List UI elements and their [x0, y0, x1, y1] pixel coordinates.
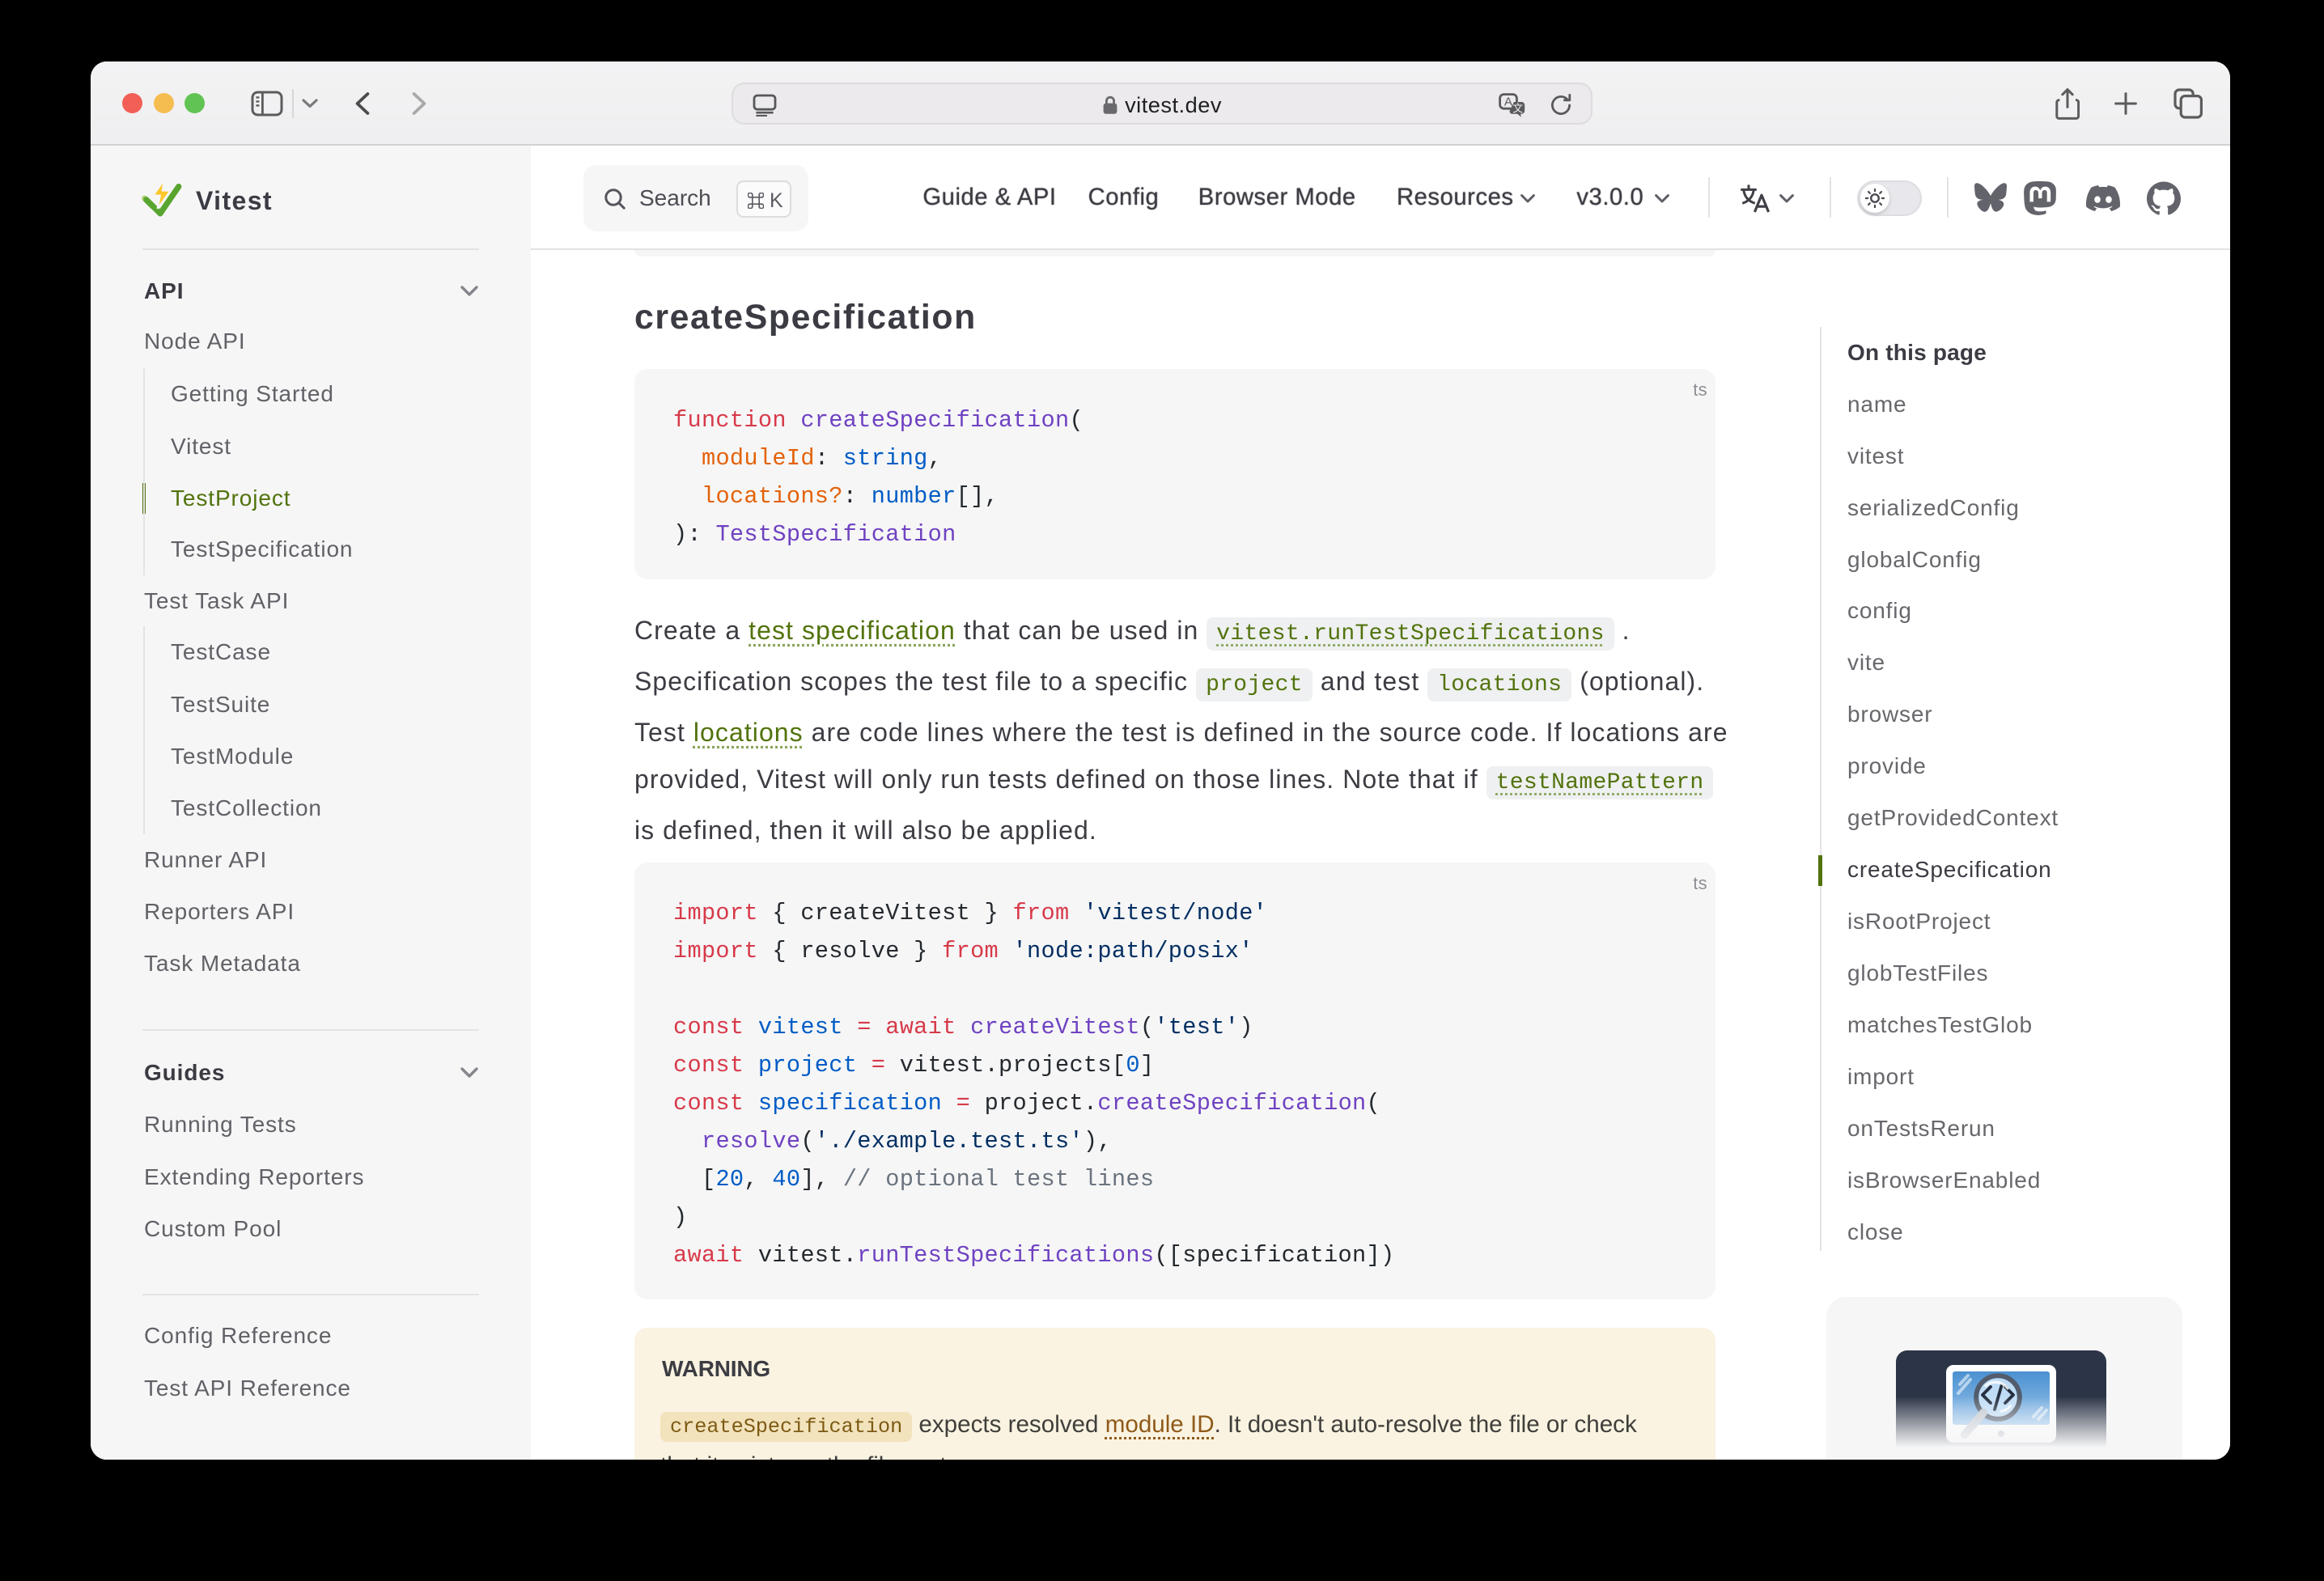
svg-text:文: 文: [1512, 102, 1523, 114]
